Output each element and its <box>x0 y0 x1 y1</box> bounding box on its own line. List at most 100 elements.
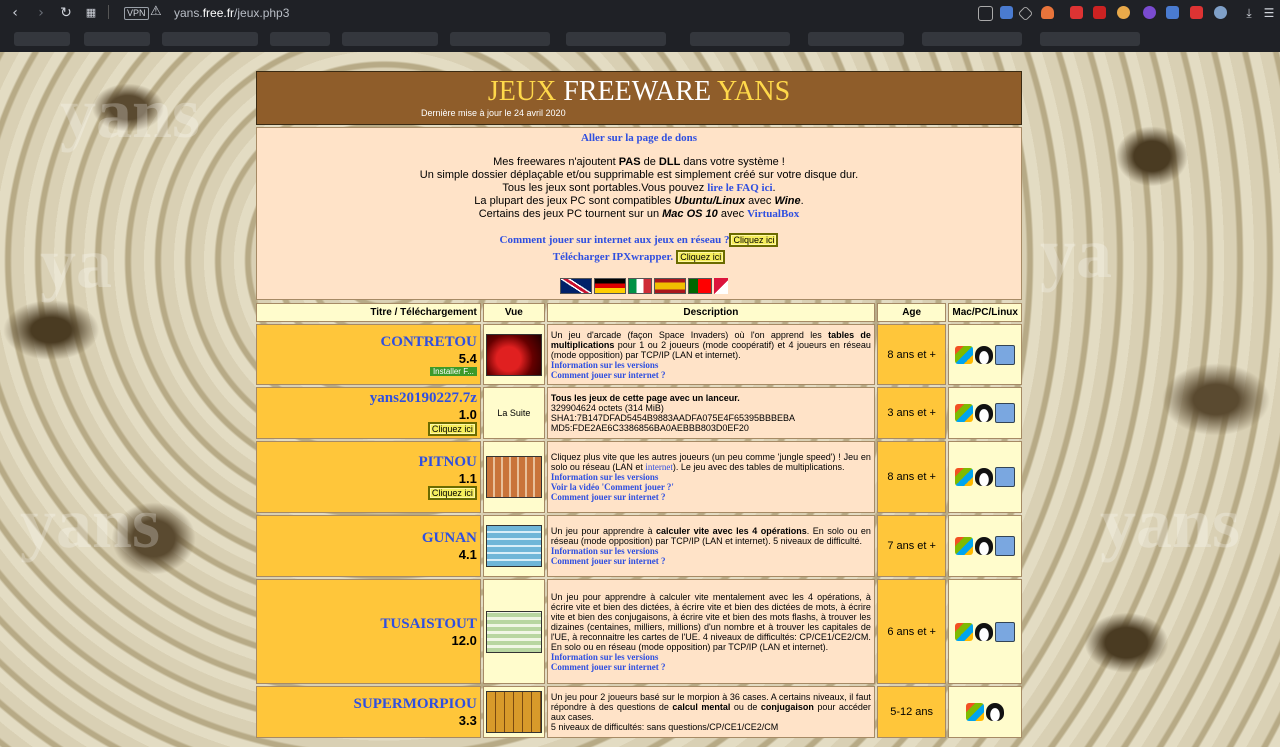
game-name-link[interactable]: CONTRETOU <box>260 334 476 351</box>
game-title-cell: SUPERMORPIOU 3.3 <box>256 686 481 738</box>
linux-icon <box>975 537 994 555</box>
age-cell: 8 ans et + <box>876 441 947 513</box>
ext-icon-5[interactable] <box>1166 6 1179 19</box>
col-header-age: Age <box>876 303 947 322</box>
shield-icon[interactable] <box>1000 6 1013 19</box>
internet-play-link[interactable]: Comment jouer sur internet ? <box>551 556 871 566</box>
site-title: JEUX FREEWARE YANS <box>487 76 791 107</box>
camera-icon[interactable] <box>978 6 993 21</box>
menu-icon[interactable]: ☰ <box>1260 4 1278 22</box>
bookmark[interactable] <box>162 32 258 46</box>
download-icon[interactable]: ⤓ <box>1240 4 1258 22</box>
bookmark[interactable] <box>270 32 330 46</box>
age-cell: 8 ans et + <box>876 324 947 385</box>
ext-icon-6[interactable] <box>1190 6 1203 19</box>
bookmark[interactable] <box>1040 32 1140 46</box>
versions-link[interactable]: Information sur les versions <box>551 472 871 482</box>
os-cell <box>948 324 1022 385</box>
network-play-link[interactable]: Comment jouer sur internet aux jeux en r… <box>500 234 730 246</box>
preview-cell <box>482 441 545 513</box>
back-icon[interactable]: ‹ <box>6 4 24 22</box>
flag-germany-icon[interactable] <box>594 278 626 294</box>
ext-icon-3[interactable] <box>1117 6 1130 19</box>
table-row: PITNOU 1.1 Cliquez ici Cliquez plus vite… <box>256 441 1022 513</box>
install-button[interactable]: Installer F... <box>429 366 477 376</box>
bookmark[interactable] <box>342 32 438 46</box>
bookmark[interactable] <box>922 32 1022 46</box>
linux-icon <box>975 404 994 422</box>
mac-icon <box>995 344 1016 365</box>
ipx-click-button[interactable]: Cliquez ici <box>676 250 726 264</box>
game-title-cell: GUNAN 4.1 <box>256 515 481 577</box>
linux-icon <box>975 468 994 486</box>
windows-icon <box>955 345 974 364</box>
bookmark[interactable] <box>566 32 666 46</box>
col-header-title: Titre / Téléchargement <box>256 303 481 322</box>
bookmark[interactable] <box>450 32 550 46</box>
internet-play-link[interactable]: Comment jouer sur internet ? <box>551 370 871 380</box>
network-click-button[interactable]: Cliquez ici <box>729 233 779 247</box>
windows-icon <box>955 537 974 555</box>
game-name-link[interactable]: SUPERMORPIOU <box>260 696 477 713</box>
mac-icon <box>995 536 1016 556</box>
table-row: TUSAISTOUT 12.0 Un jeu pour apprendre à … <box>256 579 1022 684</box>
table-header-row: Titre / Téléchargement Vue Description A… <box>256 303 1022 322</box>
game-screenshot[interactable] <box>485 691 542 733</box>
game-screenshot[interactable] <box>485 333 542 376</box>
bookmark[interactable] <box>690 32 790 46</box>
col-header-view: Vue <box>482 303 545 322</box>
send-icon[interactable] <box>1017 5 1034 22</box>
versions-link[interactable]: Information sur les versions <box>551 546 871 556</box>
bookmark[interactable] <box>14 32 70 46</box>
video-link[interactable]: Voir la vidéo 'Comment jouer ?' <box>551 482 871 492</box>
age-cell: 6 ans et + <box>876 579 947 684</box>
ipx-link[interactable]: Télécharger IPXwrapper. <box>553 251 673 263</box>
ext-icon-1[interactable] <box>1070 6 1083 19</box>
page-background: yans ya yans ya yans JEUX FREEWARE YANS … <box>0 52 1280 747</box>
ext-icon-4[interactable] <box>1143 6 1156 19</box>
versions-link[interactable]: Information sur les versions <box>551 360 871 370</box>
versions-link[interactable]: Information sur les versions <box>551 652 871 662</box>
flag-uk-icon[interactable] <box>560 278 592 294</box>
vpn-badge[interactable]: VPN <box>124 7 149 20</box>
heart-icon[interactable] <box>1041 6 1054 19</box>
flag-spain-icon[interactable] <box>654 278 686 294</box>
address-bar[interactable]: yans.free.fr/jeux.php3 <box>174 6 289 20</box>
download-button[interactable]: Cliquez ici <box>427 486 477 500</box>
bookmark[interactable] <box>84 32 150 46</box>
preview-cell <box>482 324 545 385</box>
bookmarks-bar <box>0 26 1280 52</box>
watermark-logo: yans <box>60 73 201 153</box>
faq-link[interactable]: lire le FAQ ici <box>707 182 772 194</box>
internet-play-link[interactable]: Comment jouer sur internet ? <box>551 662 871 672</box>
warning-icon[interactable]: ⚠ <box>150 4 162 19</box>
game-screenshot[interactable] <box>485 610 542 653</box>
table-row: CONTRETOU 5.4 Installer F... Un jeu d'ar… <box>256 324 1022 385</box>
game-screenshot[interactable] <box>485 456 542 498</box>
flag-portugal-icon[interactable] <box>688 278 712 294</box>
ext-icon-7[interactable] <box>1214 6 1227 19</box>
mac-icon <box>995 403 1016 423</box>
game-name-link[interactable]: TUSAISTOUT <box>260 616 476 633</box>
preview-cell: La Suite <box>482 387 545 439</box>
game-name-link[interactable]: GUNAN <box>260 530 477 547</box>
virtualbox-link[interactable]: VirtualBox <box>747 208 799 220</box>
intro-panel: Aller sur la page de dons Mes freewares … <box>256 127 1022 300</box>
internet-play-link[interactable]: Comment jouer sur internet ? <box>551 492 871 502</box>
download-button[interactable]: Cliquez ici <box>427 422 477 436</box>
preview-cell <box>482 515 545 577</box>
internet-link[interactable]: internet <box>645 462 673 472</box>
bookmark[interactable] <box>808 32 904 46</box>
game-name-link[interactable]: yans20190227.7z <box>260 390 477 407</box>
game-name-link[interactable]: PITNOU <box>260 454 477 471</box>
tabs-grid-icon[interactable]: ▦ <box>82 4 100 22</box>
forward-icon[interactable]: › <box>32 4 50 22</box>
donate-link[interactable]: Aller sur la page de dons <box>581 132 697 144</box>
ext-icon-2[interactable] <box>1093 6 1106 19</box>
flag-italy-icon[interactable] <box>628 278 652 294</box>
flag-nepal-icon[interactable] <box>714 278 728 294</box>
game-title-cell: TUSAISTOUT 12.0 <box>256 579 481 684</box>
content-column: JEUX FREEWARE YANS Dernière mise à jour … <box>256 71 1022 740</box>
game-screenshot[interactable] <box>485 525 542 567</box>
reload-icon[interactable]: ↻ <box>57 4 75 22</box>
